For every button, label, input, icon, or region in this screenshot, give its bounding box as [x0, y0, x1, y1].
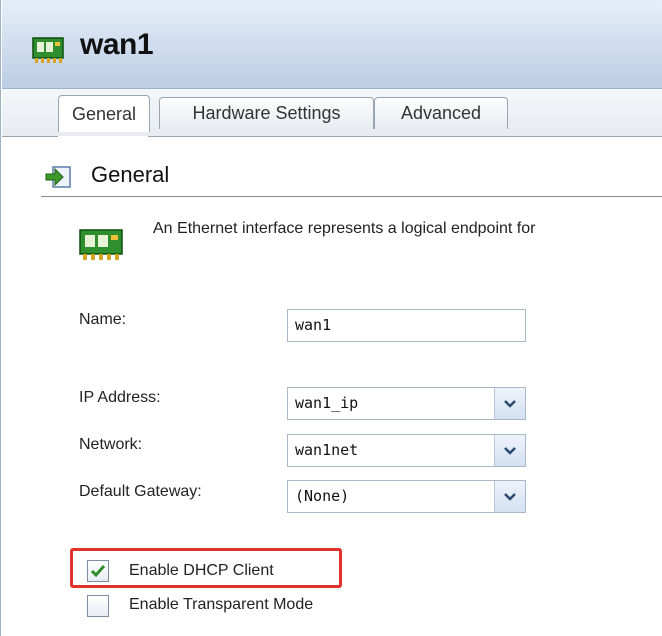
enable-transparent-mode-label[interactable]: Enable Transparent Mode	[129, 596, 313, 614]
section-title: General	[91, 162, 170, 187]
interface-description: An Ethernet interface represents a logic…	[153, 220, 536, 237]
name-input-value: wan1	[295, 316, 332, 334]
network-value: wan1net	[295, 441, 359, 459]
dialog-window: wan1 General Hardware Settings Advanced …	[0, 0, 662, 636]
chevron-down-icon	[504, 492, 516, 501]
ip-address-select[interactable]: wan1_ip	[287, 387, 526, 420]
ip-address-value: wan1_ip	[295, 394, 359, 412]
tab-general[interactable]: General	[58, 95, 150, 132]
ip-address-dropdown-button[interactable]	[494, 388, 525, 419]
ethernet-interface-icon	[79, 229, 123, 260]
title-bar: wan1	[2, 0, 662, 89]
checkmark-icon	[90, 565, 106, 578]
tab-strip: General Hardware Settings Advanced	[2, 89, 662, 137]
enable-transparent-mode-checkbox[interactable]	[87, 595, 109, 617]
enable-dhcp-client-label[interactable]: Enable DHCP Client	[129, 562, 274, 580]
enable-dhcp-client-checkbox[interactable]	[87, 560, 109, 582]
window-title: wan1	[80, 28, 154, 61]
section-arrow-icon	[45, 166, 71, 188]
chevron-down-icon	[504, 399, 516, 408]
tab-hardware-settings[interactable]: Hardware Settings	[159, 97, 374, 129]
ip-address-label: IP Address:	[79, 389, 161, 406]
tab-advanced[interactable]: Advanced	[374, 97, 508, 129]
name-label: Name:	[79, 311, 127, 328]
chevron-down-icon	[504, 446, 516, 455]
network-card-icon	[32, 37, 64, 63]
default-gateway-value: (None)	[295, 487, 350, 505]
network-select[interactable]: wan1net	[287, 434, 526, 467]
network-label: Network:	[79, 436, 143, 453]
name-input[interactable]: wan1	[287, 309, 526, 342]
default-gateway-select[interactable]: (None)	[287, 480, 526, 513]
default-gateway-label: Default Gateway:	[79, 483, 202, 500]
default-gateway-dropdown-button[interactable]	[494, 481, 525, 512]
section-divider	[41, 196, 662, 197]
network-dropdown-button[interactable]	[494, 435, 525, 466]
